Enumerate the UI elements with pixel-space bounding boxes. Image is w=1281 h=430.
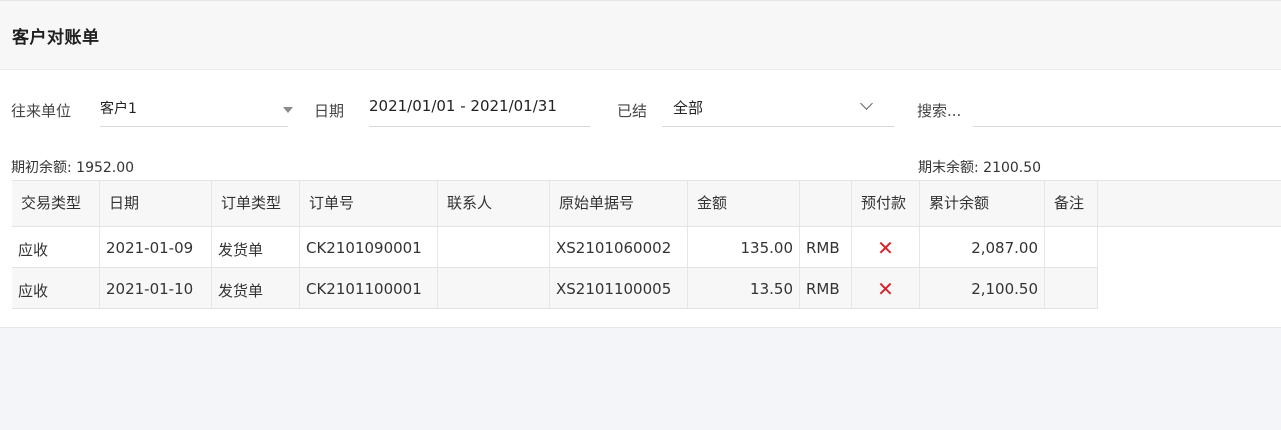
cell-remark: [1045, 227, 1098, 267]
settled-value: 全部: [673, 99, 704, 117]
cell-contact: [438, 268, 550, 308]
close-icon: ✕: [877, 236, 894, 260]
settled-label: 已结: [617, 102, 648, 120]
date-label: 日期: [314, 102, 345, 120]
cell-date: 2021-01-09: [100, 227, 212, 267]
cell-balance: 2,087.00: [920, 227, 1045, 267]
page-header: 客户对账单: [0, 0, 1281, 70]
settled-select[interactable]: 全部: [662, 87, 894, 127]
closing-balance: 期末余额: 2100.50: [918, 160, 1042, 176]
table-header: 交易类型 日期 订单类型 订单号 联系人 原始单据号 金额 预付款 累计余额 备…: [12, 180, 1281, 227]
cell-currency: RMB: [800, 268, 852, 308]
date-range-value: 2021/01/01 - 2021/01/31: [369, 97, 557, 115]
column-header-balance[interactable]: 累计余额: [920, 181, 1045, 226]
column-header-order-no[interactable]: 订单号: [300, 181, 438, 226]
date-range-input[interactable]: 2021/01/01 - 2021/01/31: [369, 87, 590, 127]
cell-order-type: 发货单: [212, 268, 300, 308]
cell-amount: 135.00: [688, 227, 800, 267]
cell-order-type: 发货单: [212, 227, 300, 267]
cell-type: 应收: [12, 268, 100, 308]
column-header-remark[interactable]: 备注: [1045, 181, 1098, 226]
cell-contact: [438, 227, 550, 267]
close-icon: ✕: [877, 277, 894, 301]
cell-source-no: XS2101060002: [550, 227, 688, 267]
table-row[interactable]: 应收 2021-01-10 发货单 CK2101100001 XS2101100…: [12, 268, 1098, 309]
column-header-prepaid[interactable]: 预付款: [852, 181, 920, 226]
search-label: 搜索...: [917, 102, 962, 120]
cell-balance: 2,100.50: [920, 268, 1045, 308]
table-row[interactable]: 应收 2021-01-09 发货单 CK2101090001 XS2101060…: [12, 227, 1098, 268]
opening-balance: 期初余额: 1952.00: [11, 160, 135, 176]
chevron-down-icon[interactable]: [860, 97, 873, 110]
page-title: 客户对账单: [12, 28, 100, 48]
partner-label: 往来单位: [11, 102, 72, 120]
cell-order-no: CK2101100001: [300, 268, 438, 308]
cell-prepaid: ✕: [852, 227, 920, 267]
column-header-source-no[interactable]: 原始单据号: [550, 181, 688, 226]
column-header-date[interactable]: 日期: [100, 181, 212, 226]
cell-currency: RMB: [800, 227, 852, 267]
cell-source-no: XS2101100005: [550, 268, 688, 308]
column-header-contact[interactable]: 联系人: [438, 181, 550, 226]
cell-date: 2021-01-10: [100, 268, 212, 308]
cell-type: 应收: [12, 227, 100, 267]
partner-select[interactable]: 客户1: [100, 87, 293, 127]
column-header-currency: [800, 181, 852, 226]
cell-order-no: CK2101090001: [300, 227, 438, 267]
column-header-amount[interactable]: 金额: [688, 181, 800, 226]
partner-value: 客户1: [100, 101, 137, 117]
column-header-order-type[interactable]: 订单类型: [212, 181, 300, 226]
caret-down-icon[interactable]: [283, 107, 293, 113]
column-header-type[interactable]: 交易类型: [12, 181, 100, 226]
cell-amount: 13.50: [688, 268, 800, 308]
search-input[interactable]: [973, 87, 1281, 127]
cell-prepaid: ✕: [852, 268, 920, 308]
cell-remark: [1045, 268, 1098, 308]
